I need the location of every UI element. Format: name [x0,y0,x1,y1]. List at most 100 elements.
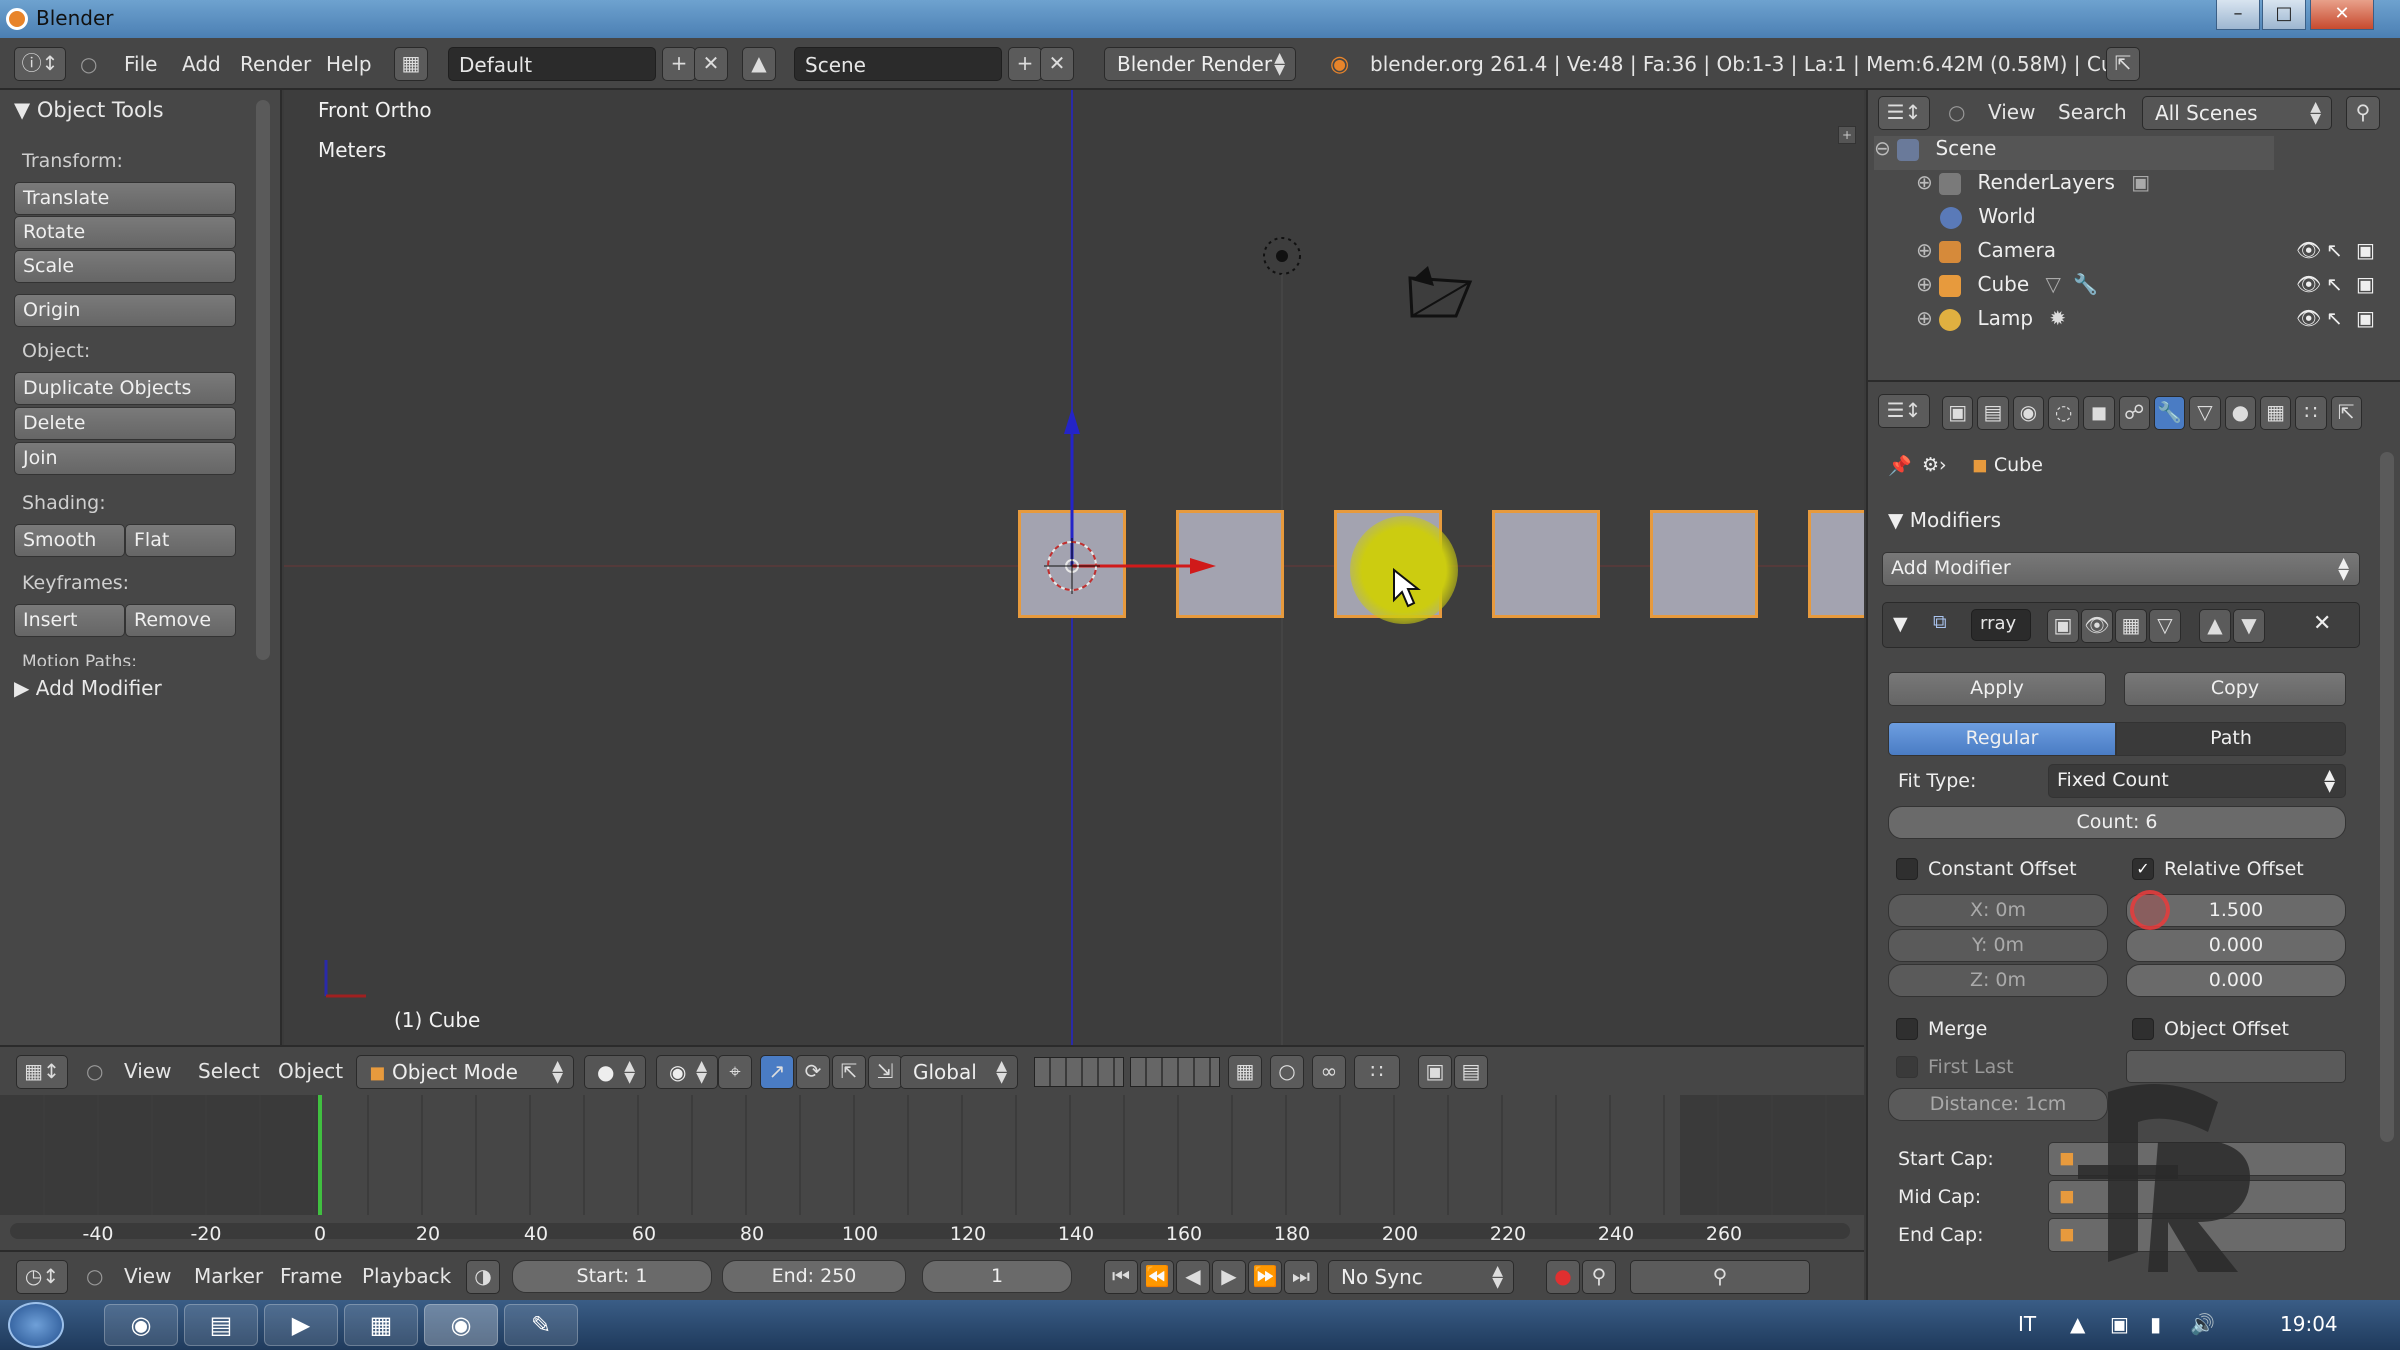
play-icon[interactable]: ▶ [1212,1260,1246,1294]
world-tab-icon[interactable]: ◌ [2047,396,2080,430]
regular-tab[interactable]: Regular [1888,722,2116,756]
editor-type-3dview-icon[interactable]: ▦↕ [16,1055,68,1089]
pivot-dropdown[interactable]: ◉ ▲ ▼ [656,1055,718,1089]
maximize-button[interactable]: □ [2262,0,2306,30]
screen-layout-icon[interactable]: ▦ [394,47,428,81]
physics-tab-icon[interactable]: ⇱ [2330,396,2362,430]
add-scene-icon[interactable]: + [1008,47,1042,81]
selectable-cursor-icon[interactable]: ↖ [2326,306,2343,330]
notes-taskbar-icon[interactable]: ▦ [344,1304,418,1346]
tree-row-lamp[interactable]: ⊕ Lamp ✹ 👁 ↖ ▣ [1916,306,2396,340]
scene-field[interactable]: Scene [794,47,1002,81]
clock[interactable]: 19:04 [2280,1312,2338,1336]
render-layers-tab-icon[interactable]: ▤ [1977,396,2009,430]
blender-taskbar-icon[interactable]: ◉ [424,1304,498,1346]
material-tab-icon[interactable]: ● [2224,396,2256,430]
tl-menu-frame[interactable]: Frame [280,1264,342,1288]
expand-toggle-icon[interactable]: ⊕ [1916,238,1933,262]
menu-render[interactable]: Render [240,52,311,76]
minimize-button[interactable]: – [2216,0,2260,30]
prev-keyframe-icon[interactable]: ⏪ [1140,1260,1174,1294]
modifiers-tab-icon[interactable]: 🔧 [2153,396,2186,430]
snap-toggle-icon[interactable]: ∞ [1312,1055,1346,1089]
constant-offset-z-field[interactable]: Z: 0m [1888,964,2108,997]
vp-menu-object[interactable]: Object [278,1059,343,1083]
volume-icon[interactable]: 🔊 [2190,1312,2215,1336]
join-button[interactable]: Join [14,442,236,475]
collapse-modifier-icon[interactable]: ▼ [1893,613,1908,635]
layers-lock-icon[interactable]: ▦ [1228,1055,1262,1089]
duplicate-objects-button[interactable]: Duplicate Objects [14,372,236,405]
cage-toggle-icon[interactable]: ▽ [2149,609,2181,643]
language-indicator[interactable]: IT [2018,1312,2036,1336]
relative-offset-z-field[interactable]: 0.000 [2126,964,2346,997]
3d-viewport[interactable]: Front Ortho Meters (1) Cube + [284,90,1864,1045]
object-tools-header[interactable]: ▼ Object Tools [14,98,164,122]
modifiers-panel-header[interactable]: ▼ Modifiers [1888,508,2001,532]
insert-keyframe-button[interactable]: Insert [14,604,125,637]
particles-tab-icon[interactable]: ∷ [2295,396,2327,430]
rotate-button[interactable]: Rotate [14,216,236,249]
vp-menu-view[interactable]: View [124,1059,171,1083]
collapse-menu-icon[interactable]: ○ [86,1264,103,1288]
flat-button[interactable]: Flat [125,524,236,557]
jump-start-icon[interactable]: ⏮ [1104,1260,1138,1294]
firefox-taskbar-icon[interactable]: ◉ [104,1304,178,1346]
play-reverse-icon[interactable]: ◀ [1176,1260,1210,1294]
menu-file[interactable]: File [124,52,157,76]
outliner-menu-search[interactable]: Search [2058,100,2127,124]
remove-modifier-icon[interactable]: ✕ [2313,611,2331,636]
collapse-menu-icon[interactable]: ○ [1948,100,1965,124]
render-anim-icon[interactable]: ▤ [1454,1055,1488,1089]
editmode-toggle-icon[interactable]: ▦ [2115,609,2147,643]
tree-row-camera[interactable]: ⊕ Camera 👁 ↖ ▣ [1916,238,2396,272]
modifier-name-field[interactable]: rray [1971,609,2031,641]
sync-dropdown[interactable]: No Sync ▲ ▼ [1328,1260,1514,1294]
tl-menu-marker[interactable]: Marker [194,1264,263,1288]
editor-type-properties-icon[interactable]: ☰↕ [1878,394,1930,428]
tl-menu-view[interactable]: View [124,1264,171,1288]
visibility-eye-icon[interactable]: 👁 [2296,238,2321,262]
timeline-scrollbar[interactable] [10,1223,1850,1239]
object-tab-icon[interactable]: ◼ [2083,396,2115,430]
translate-button[interactable]: Translate [14,182,236,215]
jump-end-icon[interactable]: ⏭ [1284,1260,1318,1294]
expand-toggle-icon[interactable]: ⊕ [1916,306,1933,330]
relative-offset-y-field[interactable]: 0.000 [2126,929,2346,962]
remove-scene-icon[interactable]: ✕ [1040,47,1074,81]
render-engine-dropdown[interactable]: Blender Render ▲ ▼ [1104,47,1296,81]
layer-buttons-left[interactable] [1034,1057,1124,1087]
collapse-menu-icon[interactable]: ○ [86,1059,103,1083]
apply-button[interactable]: Apply [1888,672,2106,706]
proportional-edit-icon[interactable]: ○ [1270,1055,1304,1089]
tool-shelf-scrollbar[interactable] [256,100,270,660]
paint-taskbar-icon[interactable]: ✎ [504,1304,578,1346]
tree-row-renderlayers[interactable]: ⊕ RenderLayers ▣ [1916,170,2150,204]
tl-menu-playback[interactable]: Playback [362,1264,451,1288]
viewport-eye-icon[interactable]: 👁 [2081,609,2113,643]
render-tab-icon[interactable]: ▣ [1942,396,1974,430]
editor-type-timeline-icon[interactable]: ◷↕ [16,1260,68,1294]
vp-menu-select[interactable]: Select [198,1059,260,1083]
pin-icon[interactable]: 📌 [1888,454,1912,477]
data-tab-icon[interactable]: ▽ [2189,396,2221,430]
delete-button[interactable]: Delete [14,407,236,440]
smooth-button[interactable]: Smooth [14,524,125,557]
viewport-corner-plus-icon[interactable]: + [1838,126,1856,144]
path-tab[interactable]: Path [2116,722,2346,756]
explorer-taskbar-icon[interactable]: ▤ [184,1304,258,1346]
scale-manipulator-icon[interactable]: ⇱ [832,1055,866,1089]
scale-button[interactable]: Scale [14,250,236,283]
relative-offset-checkbox[interactable]: ✓ [2132,858,2154,880]
fullscreen-icon[interactable]: ⇱ [2106,47,2140,81]
start-button[interactable] [8,1302,64,1348]
outliner-menu-view[interactable]: View [1988,100,2035,124]
fit-type-dropdown[interactable]: Fixed Count ▲ ▼ [2048,764,2346,798]
object-offset-checkbox[interactable] [2132,1018,2154,1040]
copy-button[interactable]: Copy [2124,672,2346,706]
expand-toggle-icon[interactable]: ⊕ [1916,272,1933,296]
tree-row-scene[interactable]: ⊖ Scene [1874,136,2274,170]
rotate-manipulator-icon[interactable]: ⟳ [796,1055,830,1089]
record-icon[interactable]: ● [1546,1260,1580,1294]
add-modifier-panel[interactable]: ▶ Add Modifier [14,676,162,700]
